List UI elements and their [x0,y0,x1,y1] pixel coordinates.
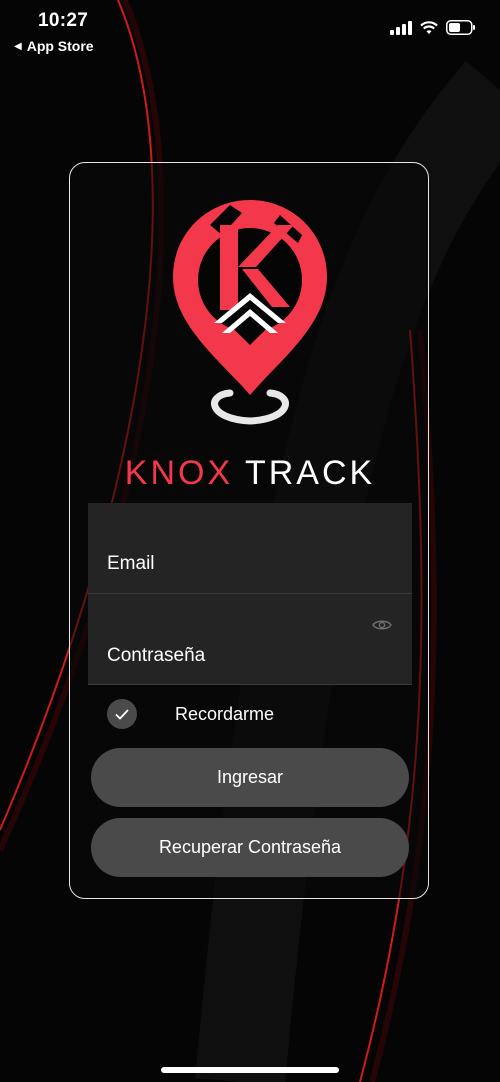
battery-icon [446,20,475,35]
login-button[interactable]: Ingresar [91,748,409,807]
remember-checkbox[interactable] [107,699,137,729]
status-icons [390,20,476,35]
email-label: Email [107,553,155,574]
password-field[interactable]: Contraseña [88,594,412,685]
password-label: Contraseña [107,645,206,666]
signal-icon [390,20,412,35]
brand-track: TRACK [244,454,376,492]
checkmark-icon [115,708,129,720]
remember-me-toggle[interactable]: Recordarme [107,699,274,729]
back-to-app-store-link[interactable]: ◀ App Store [14,38,94,54]
status-bar: 10:27 ◀ App Store [0,0,500,60]
home-indicator[interactable] [161,1067,339,1073]
back-label: App Store [26,38,94,54]
brand-knox: KNOX [124,454,234,492]
remember-label: Recordarme [175,703,275,724]
status-time: 10:27 [38,10,89,31]
recover-password-button[interactable]: Recuperar Contraseña [91,818,409,877]
eye-icon[interactable] [372,618,392,632]
back-arrow-icon: ◀ [14,40,22,52]
wifi-icon [420,20,438,34]
email-field[interactable]: Email [88,503,412,594]
knox-track-logo [173,200,327,425]
brand-title: KNOX TRACK [0,454,500,493]
